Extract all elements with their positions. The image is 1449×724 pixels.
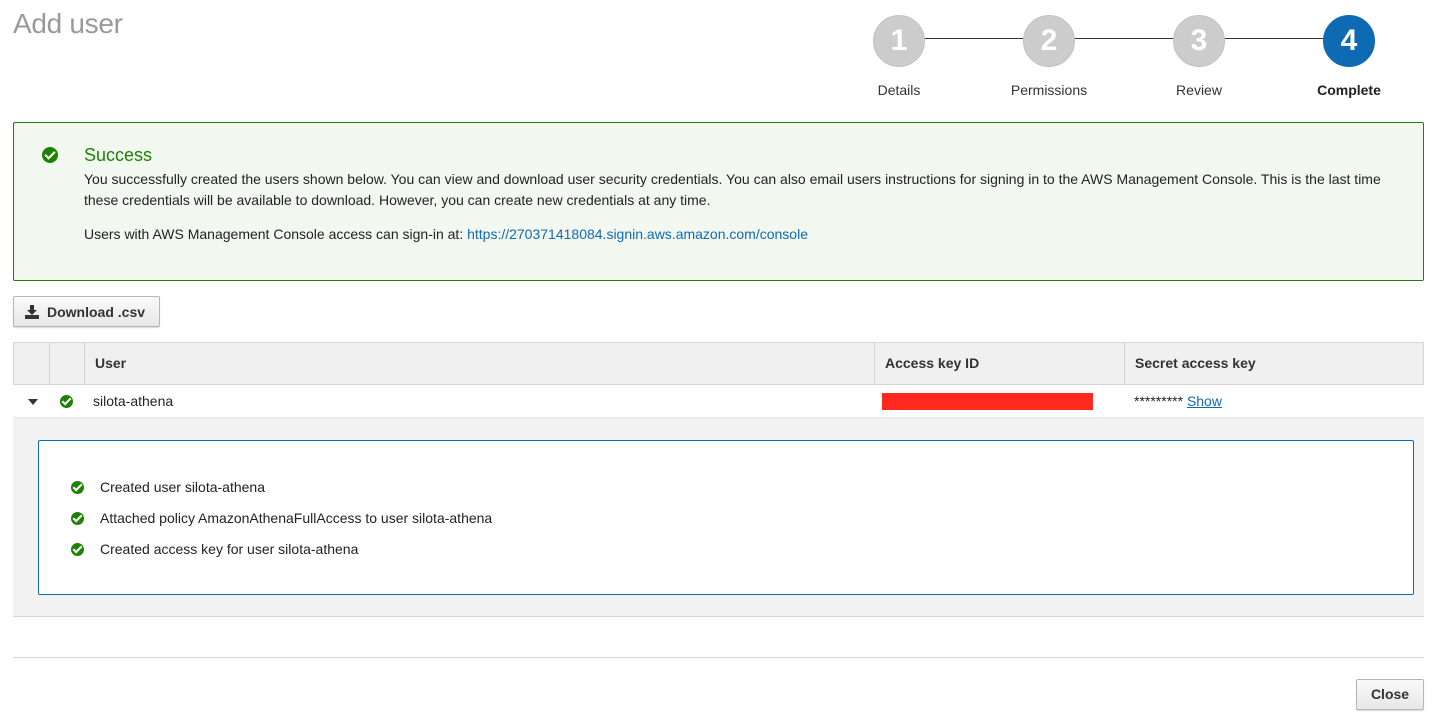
- step-label: Details: [877, 82, 921, 98]
- creation-log-box: Created user silota-athena Attached poli…: [38, 440, 1414, 595]
- secret-masked-value: *********: [1134, 393, 1184, 409]
- step-label: Permissions: [1010, 82, 1088, 98]
- check-circle-icon: [71, 511, 84, 525]
- user-detail-panel: Created user silota-athena Attached poli…: [13, 418, 1424, 617]
- wizard-step-permissions: 2 Permissions: [979, 15, 1119, 98]
- users-table-header: User Access key ID Secret access key: [13, 342, 1424, 385]
- log-text: Created access key for user silota-athen…: [100, 541, 359, 557]
- success-title: Success: [84, 145, 153, 165]
- log-item: Attached policy AmazonAthenaFullAccess t…: [71, 510, 492, 526]
- step-number: 2: [1023, 15, 1075, 67]
- caret-down-icon[interactable]: [28, 399, 38, 405]
- check-circle-icon: [71, 480, 84, 494]
- download-csv-button[interactable]: Download .csv: [13, 296, 160, 327]
- download-icon: [25, 304, 39, 319]
- wizard-step-complete: 4 Complete: [1279, 15, 1419, 98]
- signin-url-link[interactable]: https://270371418084.signin.aws.amazon.c…: [467, 226, 808, 242]
- success-message: You successfully created the users shown…: [84, 171, 1381, 208]
- user-name-cell: silota-athena: [93, 393, 174, 409]
- expand-column-header: [14, 343, 49, 384]
- close-button[interactable]: Close: [1356, 679, 1424, 710]
- redacted-access-key-id: [882, 393, 1093, 410]
- step-number: 4: [1323, 15, 1375, 67]
- wizard-step-review: 3 Review: [1129, 15, 1269, 98]
- column-header-access-key-id[interactable]: Access key ID: [874, 343, 1124, 384]
- column-header-user[interactable]: User: [84, 343, 874, 384]
- log-text: Attached policy AmazonAthenaFullAccess t…: [100, 510, 493, 526]
- success-alert: Success You successfully created the use…: [13, 122, 1424, 281]
- footer-divider: [13, 657, 1424, 658]
- status-column-header: [49, 343, 84, 384]
- signin-info: Users with AWS Management Console access…: [84, 226, 808, 242]
- check-circle-icon: [71, 542, 84, 556]
- secret-access-key-cell: ********* Show: [1134, 385, 1222, 417]
- table-row: silota-athena ********* Show: [13, 385, 1424, 418]
- download-csv-label: Download .csv: [47, 303, 146, 320]
- column-header-secret-access-key[interactable]: Secret access key: [1124, 343, 1423, 384]
- step-label: Review: [1176, 82, 1222, 98]
- check-circle-icon: [42, 147, 58, 163]
- step-number: 3: [1173, 15, 1225, 67]
- show-secret-link[interactable]: Show: [1187, 393, 1222, 409]
- log-item: Created access key for user silota-athen…: [71, 541, 358, 557]
- step-number: 1: [873, 15, 925, 67]
- step-label: Complete: [1317, 82, 1381, 98]
- check-circle-icon: [60, 395, 73, 408]
- signin-prefix: Users with AWS Management Console access…: [84, 226, 468, 242]
- log-item: Created user silota-athena: [71, 479, 265, 495]
- log-text: Created user silota-athena: [100, 479, 265, 495]
- wizard-progress: 1 Details 2 Permissions 3 Review 4 Compl…: [0, 0, 1449, 110]
- wizard-step-details: 1 Details: [829, 15, 969, 98]
